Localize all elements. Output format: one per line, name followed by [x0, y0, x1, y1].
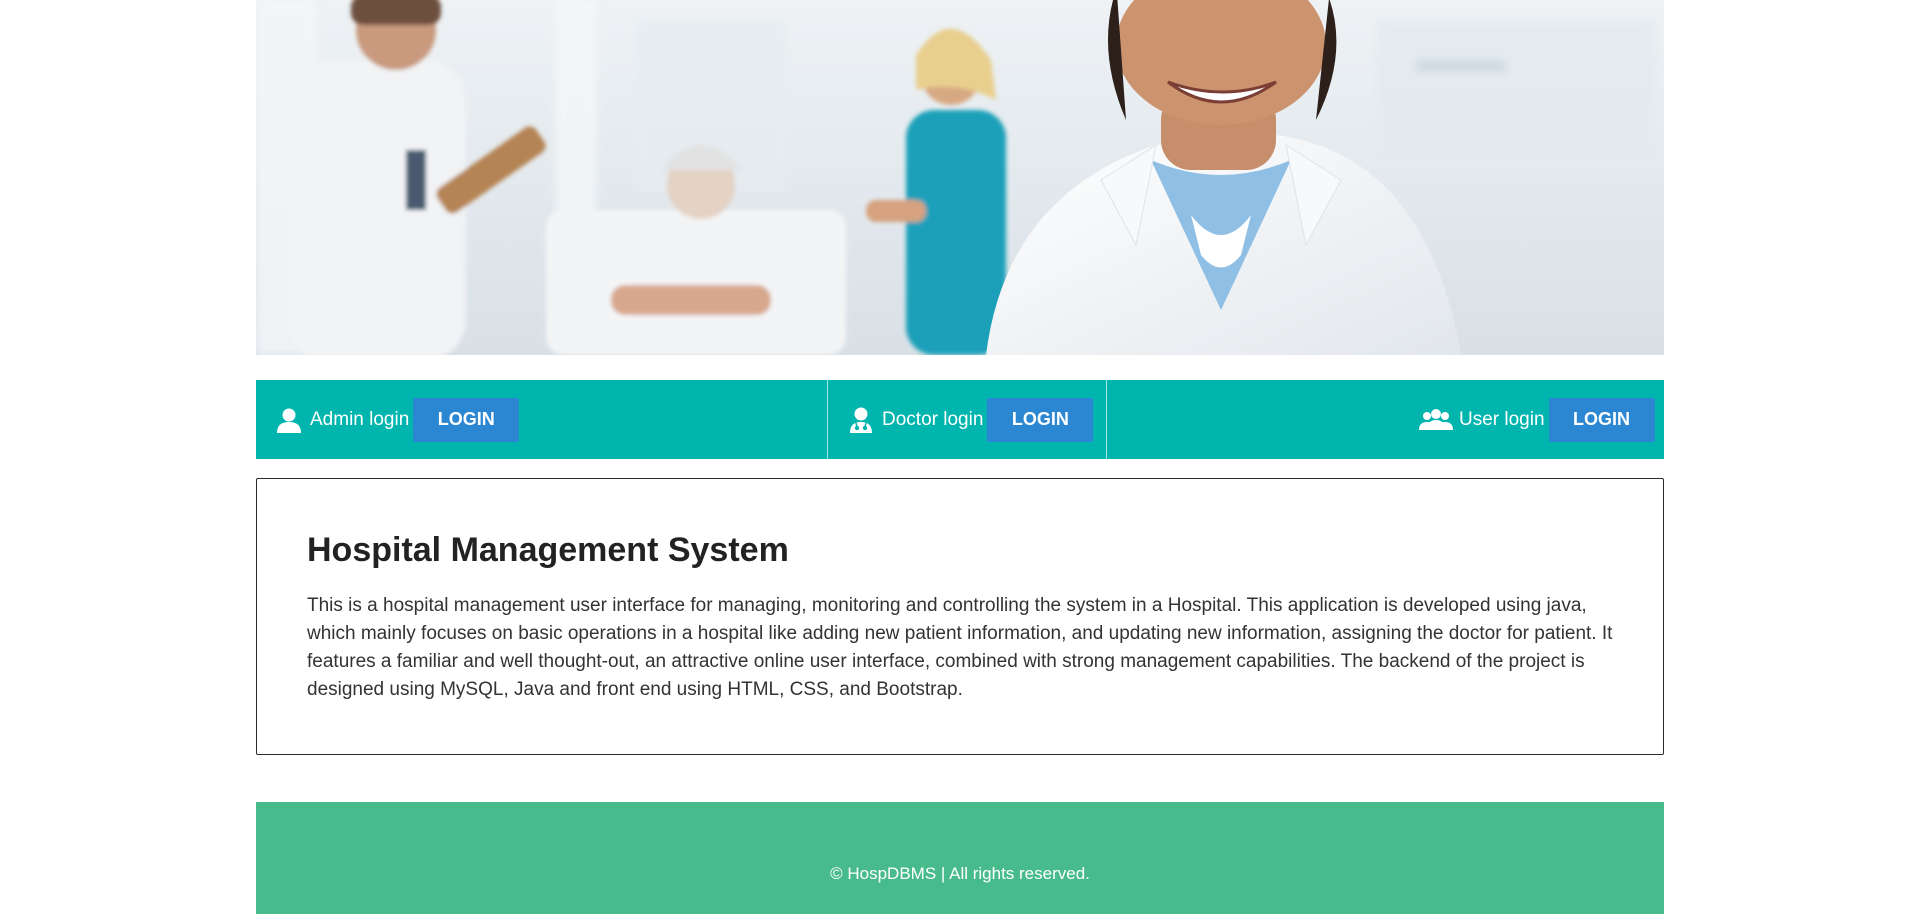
user-login-group: User login LOGIN	[1419, 380, 1655, 459]
login-divider	[1106, 380, 1107, 459]
doctor-login-button[interactable]: LOGIN	[987, 397, 1094, 442]
about-section: Hospital Management System This is a hos…	[256, 478, 1664, 755]
footer-copyright: © HospDBMS | All rights reserved.	[830, 864, 1090, 883]
hero-banner-image	[256, 0, 1664, 355]
doctor-login-label: Doctor login	[882, 408, 984, 430]
user-login-button[interactable]: LOGIN	[1548, 397, 1655, 442]
page-title: Hospital Management System	[307, 531, 789, 569]
user-login-label: User login	[1459, 408, 1545, 430]
hospital-scene-illustration	[256, 0, 1664, 355]
about-description: This is a hospital management user inter…	[307, 595, 1613, 700]
user-icon	[274, 405, 304, 435]
users-icon	[1419, 405, 1453, 435]
admin-login-label: Admin login	[310, 408, 410, 430]
doctor-icon	[846, 405, 876, 435]
login-divider	[827, 380, 828, 459]
login-strip: Admin login LOGIN Doctor login LOGIN Use…	[256, 380, 1664, 459]
admin-login-button[interactable]: LOGIN	[413, 397, 520, 442]
doctor-login-group: Doctor login LOGIN	[846, 380, 1094, 459]
admin-login-group: Admin login LOGIN	[274, 380, 520, 459]
footer: © HospDBMS | All rights reserved.	[256, 802, 1664, 914]
